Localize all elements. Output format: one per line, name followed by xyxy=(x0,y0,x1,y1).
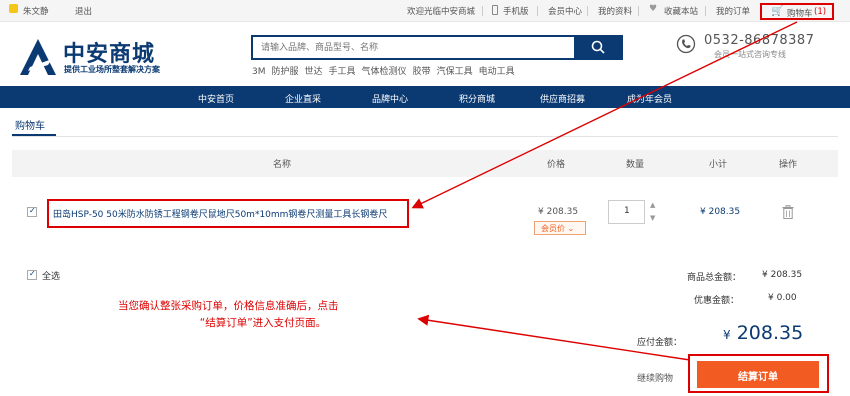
column-header-qty: 数量 xyxy=(626,160,645,170)
search-input[interactable] xyxy=(253,37,574,58)
cart-label: 购物车 xyxy=(787,9,813,19)
heart-icon: ♥ xyxy=(649,4,658,14)
annotation-text: 当您确认整张采购订单，价格信息准确后，点击 “结算订单”进入支付页面。 xyxy=(118,298,408,332)
logo-subtitle: 提供工业场所整套解决方案 xyxy=(64,65,160,74)
main-nav: 中安首页 企业直采 品牌中心 积分商城 供应商招募 成为年会员 xyxy=(0,86,850,108)
cart-table-header: 名称 价格 数量 小计 操作 xyxy=(12,150,838,177)
member-price-label: 会员价 xyxy=(541,224,568,233)
mobile-link[interactable]: 手机版 xyxy=(503,5,529,17)
annotation-line-2: “结算订单”进入支付页面。 xyxy=(199,317,327,329)
discount-label: 优惠金额： xyxy=(694,296,740,306)
discount-value: ¥ 0.00 xyxy=(768,293,797,303)
annotation-line-1: 当您确认整张采购订单，价格信息准确后，点击 xyxy=(118,300,339,312)
submit-order-button[interactable]: 结算订单 xyxy=(697,361,819,388)
payable-amount: ¥ 208.35 xyxy=(723,322,803,344)
continue-shopping-link[interactable]: 继续购物 xyxy=(637,371,673,384)
hotword[interactable]: 手工具 xyxy=(329,67,356,77)
quantity-decrease-button[interactable]: ▼ xyxy=(650,214,655,222)
divider xyxy=(587,6,588,16)
search-icon xyxy=(591,40,605,54)
item-checkbox[interactable] xyxy=(27,206,37,217)
column-header-subtotal: 小计 xyxy=(709,160,728,170)
payable-label: 应付金额： xyxy=(637,338,683,348)
hotword[interactable]: 防护服 xyxy=(272,67,299,77)
search-button[interactable] xyxy=(574,35,623,60)
divider xyxy=(638,6,639,16)
logo-icon[interactable] xyxy=(18,37,58,77)
divider xyxy=(537,6,538,16)
mobile-icon xyxy=(492,5,498,15)
column-header-price: 价格 xyxy=(547,160,566,170)
quantity-increase-button[interactable]: ▲ xyxy=(650,201,655,209)
hotline-subtitle: 会员一站式咨询专线 xyxy=(714,50,786,59)
hotword[interactable]: 气体检测仪 xyxy=(362,67,407,77)
nav-item-brand[interactable]: 品牌中心 xyxy=(372,92,408,105)
member-price-badge[interactable]: 会员价 ⌄ xyxy=(534,221,586,235)
top-bar: 朱文静 退出 欢迎光临中安商城 手机版 会员中心 我的资料 ♥ 收藏本站 我的订… xyxy=(0,0,850,22)
product-title-link[interactable]: 田岛HSP-50 50米防水防锈工程钢卷尺鼠地尺50m*10mm钢卷尺测量工具长… xyxy=(47,199,409,228)
tab-cart[interactable]: 购物车 xyxy=(15,117,45,132)
hotword[interactable]: 汽保工具 xyxy=(437,67,473,77)
hotword[interactable]: 胶带 xyxy=(413,67,431,77)
select-all-checkbox[interactable] xyxy=(27,269,37,280)
hotword[interactable]: 世达 xyxy=(305,67,323,77)
divider xyxy=(12,136,838,137)
hotword[interactable]: 电动工具 xyxy=(479,67,515,77)
nav-item-home[interactable]: 中安首页 xyxy=(198,92,234,105)
cart-count: (1) xyxy=(814,7,827,17)
item-price: ¥ 208.35 xyxy=(538,207,579,217)
select-all-label[interactable]: 全选 xyxy=(42,269,60,282)
column-header-action: 操作 xyxy=(779,160,798,170)
member-center-link[interactable]: 会员中心 xyxy=(548,5,582,17)
nav-item-annual-member[interactable]: 成为年会员 xyxy=(627,92,672,105)
my-profile-link[interactable]: 我的资料 xyxy=(598,5,632,17)
payable-value: 208.35 xyxy=(736,322,804,344)
payable-currency: ¥ xyxy=(723,328,731,342)
favorite-link[interactable]: 收藏本站 xyxy=(664,5,698,17)
search-box xyxy=(251,35,574,60)
column-header-name: 名称 xyxy=(273,160,292,170)
phone-icon xyxy=(676,34,696,54)
total-label: 商品总金额： xyxy=(687,273,742,283)
item-subtotal: ¥ 208.35 xyxy=(700,207,741,217)
trash-icon[interactable] xyxy=(782,205,794,219)
nav-item-supplier[interactable]: 供应商招募 xyxy=(540,92,585,105)
total-value: ¥ 208.35 xyxy=(762,270,803,280)
username[interactable]: 朱文静 xyxy=(23,5,49,17)
cart-link[interactable]: 🛒 购物车 (1) xyxy=(760,3,834,20)
welcome-text: 欢迎光临中安商城 xyxy=(407,7,476,17)
nav-item-enterprise[interactable]: 企业直采 xyxy=(285,92,321,105)
user-icon xyxy=(9,4,18,13)
cart-icon: 🛒 xyxy=(771,6,784,17)
divider xyxy=(482,6,483,16)
hot-keywords: 3M 防护服 世达 手工具 气体检测仪 胶带 汽保工具 电动工具 xyxy=(252,64,521,77)
hotword[interactable]: 3M xyxy=(252,67,266,77)
my-orders-link[interactable]: 我的订单 xyxy=(716,5,750,17)
chevron-down-icon: ⌄ xyxy=(567,224,575,233)
logout-link[interactable]: 退出 xyxy=(75,5,92,17)
divider xyxy=(705,6,706,16)
quantity-input[interactable]: 1 xyxy=(608,200,645,224)
nav-item-points[interactable]: 积分商城 xyxy=(459,92,495,105)
hotline-number: 0532-86878387 xyxy=(704,33,815,48)
